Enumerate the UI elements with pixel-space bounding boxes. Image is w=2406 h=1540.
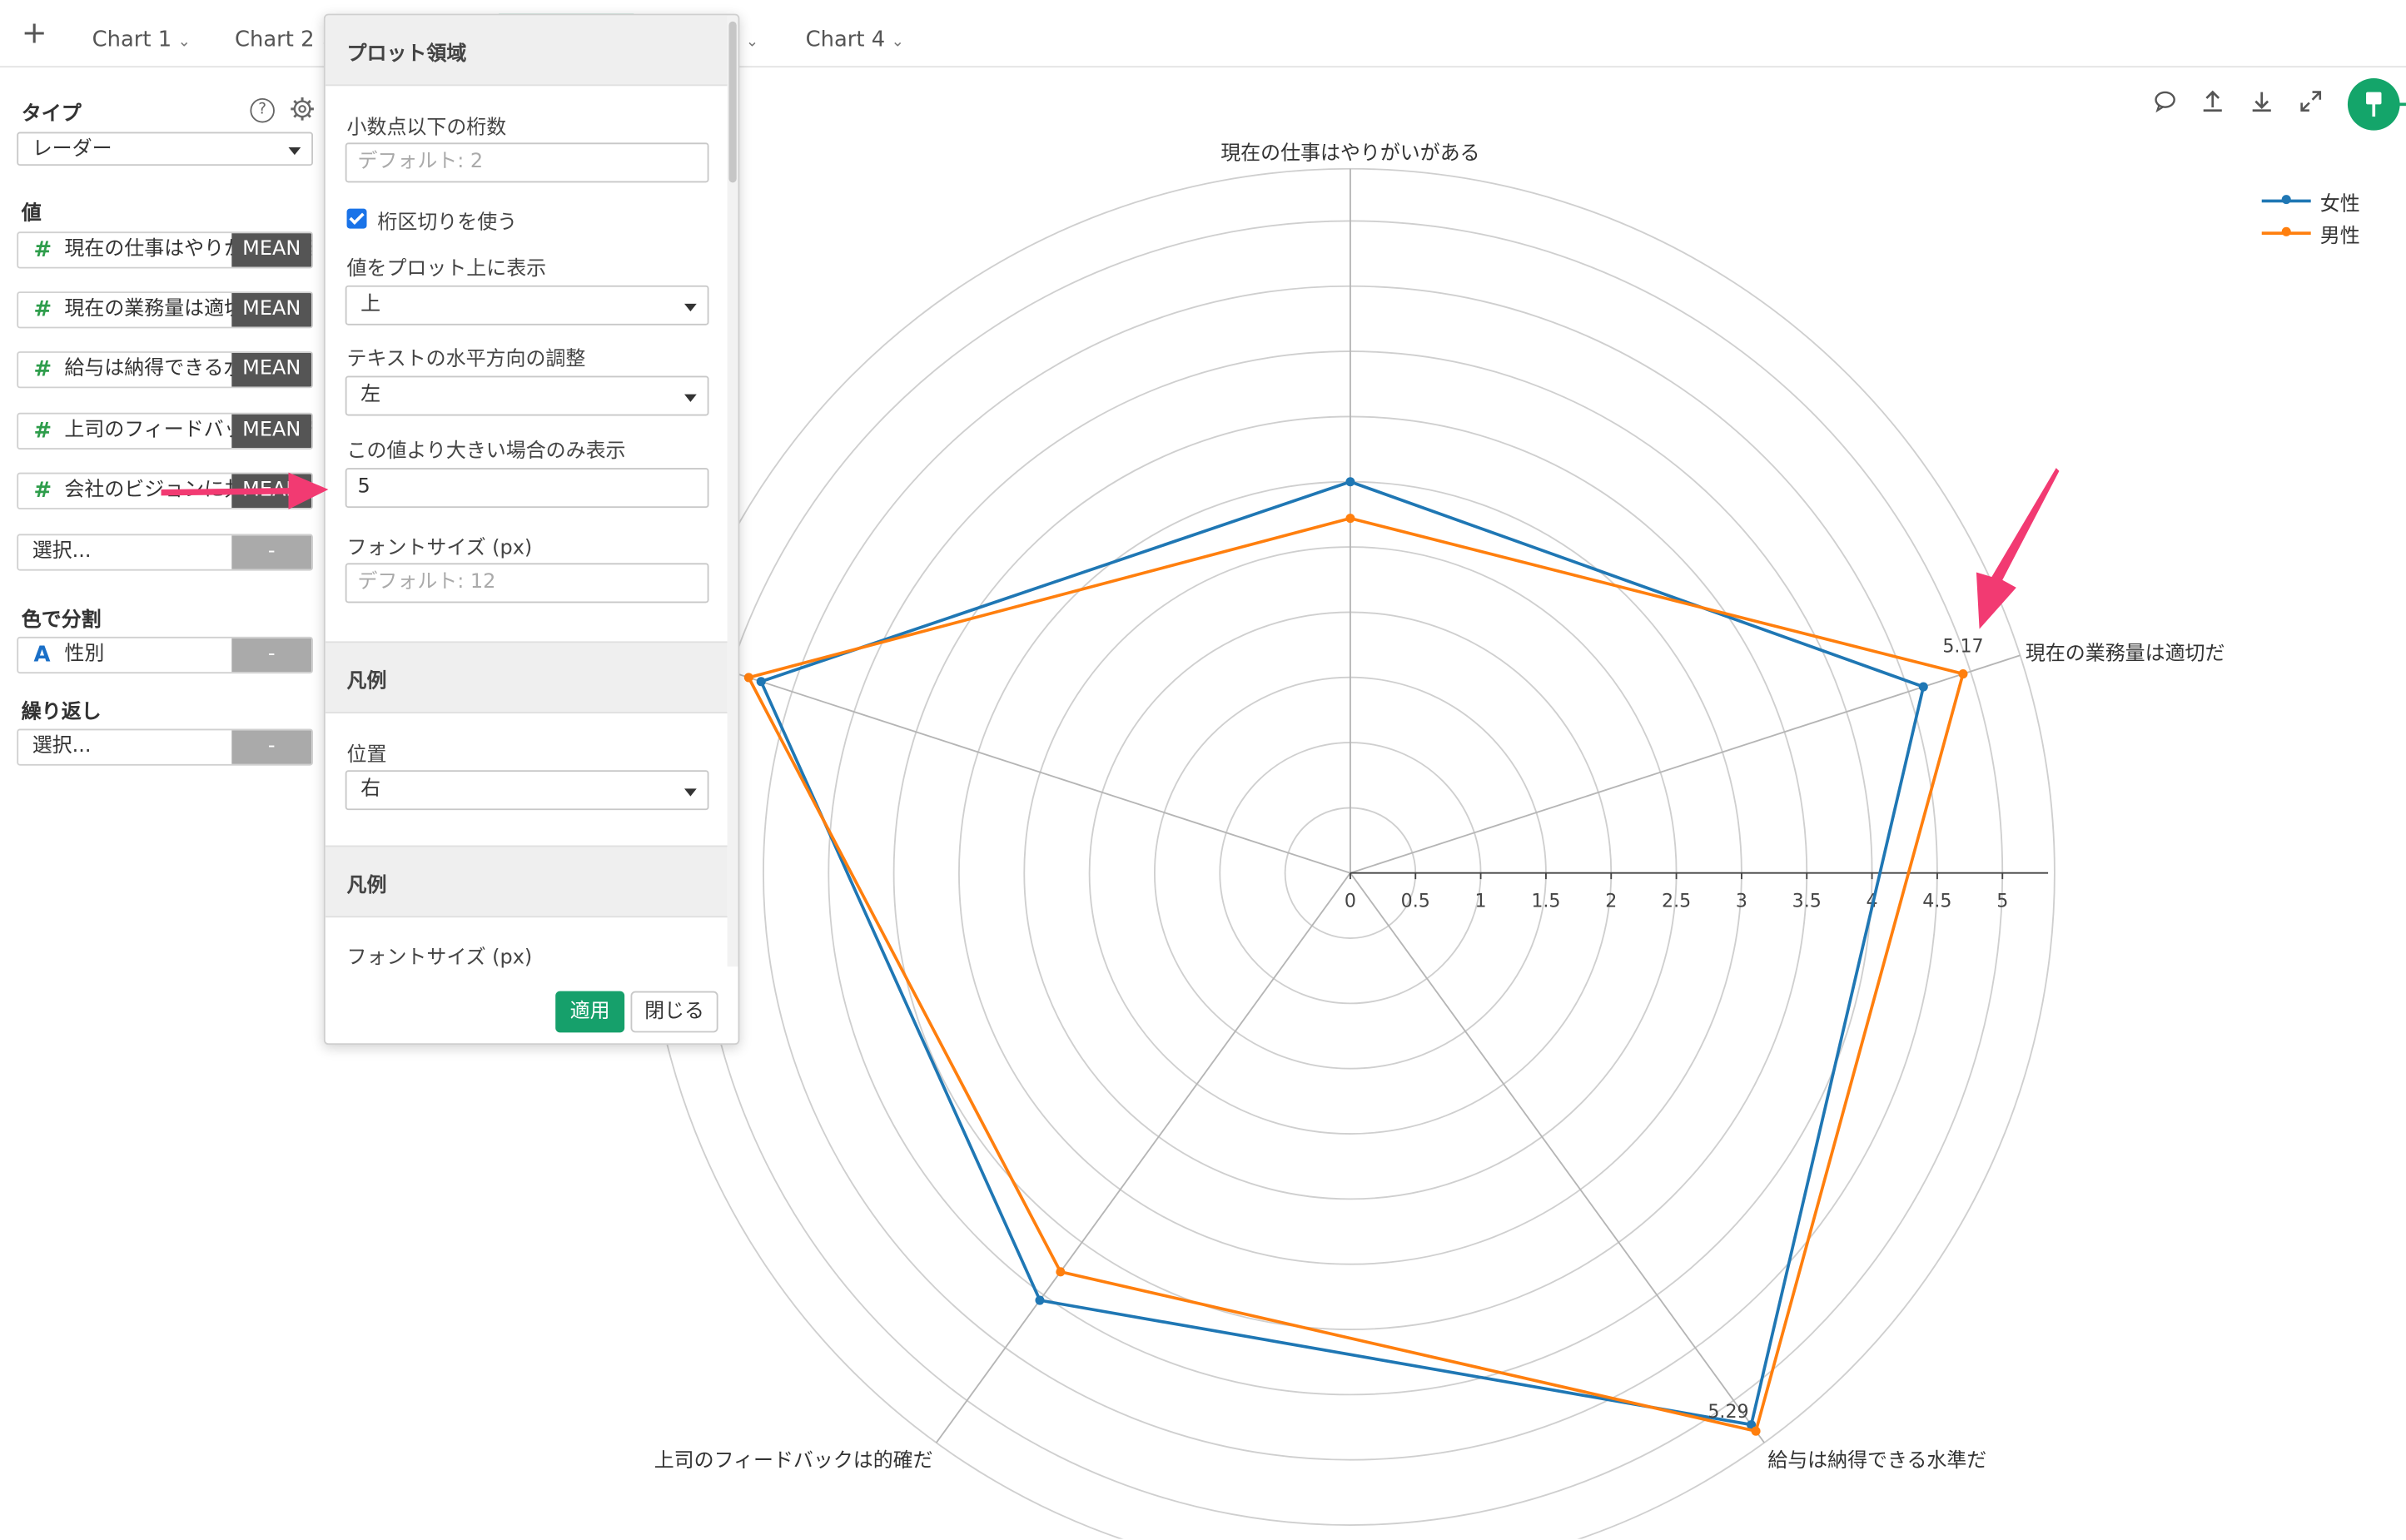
download-icon[interactable] [2246, 89, 2277, 120]
radial-tick-labels: 0 0.5 1 1.5 2 2.5 3 3.5 4 4.5 5 [1345, 872, 2008, 912]
select-value: 右 [360, 777, 381, 802]
tick-label: 1.5 [1531, 890, 1560, 912]
axis-label: 上司のフィードバックは的確だ [654, 1448, 933, 1472]
upload-icon[interactable] [2197, 89, 2228, 120]
threshold-label: この値より大きい場合のみ表示 [346, 440, 626, 464]
data-label: 5.29 [1708, 1401, 1748, 1423]
tick-label: 3.5 [1792, 890, 1822, 912]
annotation-arrow-left [161, 472, 329, 509]
popup-scrollbar[interactable] [727, 15, 738, 967]
fontsize-input[interactable]: デフォルト: 12 [345, 563, 709, 604]
axis-spoke [680, 654, 1351, 874]
legend-label: 女性 [2319, 193, 2360, 216]
select-value: 左 [360, 383, 381, 407]
series-point [743, 673, 753, 683]
tick-label: 0.5 [1401, 890, 1430, 912]
apply-button[interactable]: 適用 [555, 991, 625, 1033]
close-button[interactable]: 閉じる [630, 991, 718, 1033]
tick-label: 4.5 [1922, 890, 1951, 912]
text-align-label: テキストの水平方向の調整 [346, 348, 586, 372]
fontsize-label: フォントサイズ (px) [346, 537, 533, 560]
annotation-arrow-right [1976, 468, 2060, 629]
comment-icon[interactable] [2150, 89, 2180, 120]
separator-checkbox[interactable] [346, 208, 367, 229]
section-title: プロット領域 [346, 42, 467, 67]
show-values-label: 値をプロット上に表示 [346, 257, 547, 281]
legend-fontsize-label: フォントサイズ (px) [346, 946, 533, 970]
decimals-input[interactable]: デフォルト: 2 [345, 142, 709, 183]
series-point [1345, 514, 1355, 524]
legend-label: 男性 [2319, 225, 2360, 249]
section-title: 凡例 [346, 670, 387, 694]
tick-label: 0 [1345, 890, 1356, 912]
series-line-female [758, 479, 1926, 1427]
data-label: 5.17 [1942, 635, 1983, 657]
pin-needle [2372, 102, 2376, 117]
series-point [756, 677, 766, 687]
axis-spoke [1350, 872, 1765, 1443]
section-header-legend-2: 凡例 [325, 845, 728, 918]
section-header-legend: 凡例 [325, 641, 728, 714]
pin-edge [2396, 102, 2406, 107]
section-title: 凡例 [346, 874, 387, 898]
axis-spoke [935, 872, 1351, 1443]
radar-series [743, 477, 1968, 1436]
separator-label: 桁区切りを使う [377, 211, 518, 235]
section-header-plot-area: プロット領域 [325, 15, 728, 87]
caret-down-icon [684, 394, 697, 402]
text-align-select[interactable]: 左 [345, 375, 709, 416]
series-point [1751, 1426, 1761, 1436]
legend-position-select[interactable]: 右 [345, 770, 709, 811]
axis-label: 給与は納得できる水準だ [1767, 1448, 1986, 1472]
series-point [1056, 1267, 1066, 1277]
caret-down-icon [684, 303, 697, 312]
show-values-select[interactable]: 上 [345, 285, 709, 325]
caret-down-icon [684, 788, 697, 797]
tick-label: 2 [1605, 890, 1617, 912]
expand-icon[interactable] [2295, 89, 2326, 120]
tick-label: 5 [1996, 890, 2008, 912]
select-value: 上 [360, 293, 381, 316]
legend-marker [2281, 226, 2291, 236]
threshold-input[interactable]: 5 [345, 468, 709, 509]
series-point [1958, 669, 1968, 679]
axis-label: 現在の業務量は適切だ [2026, 642, 2225, 665]
legend-marker [2281, 195, 2291, 205]
series-point [1918, 682, 1928, 692]
pin-button[interactable] [2347, 77, 2400, 131]
scrollbar-thumb[interactable] [728, 21, 737, 183]
plot-settings-popup: プロット領域 小数点以下の桁数 デフォルト: 2 桁区切りを使う 値をプロット上… [323, 13, 740, 1046]
legend-position-label: 位置 [346, 743, 387, 768]
radar-axes [680, 168, 2049, 1443]
decimals-label: 小数点以下の桁数 [346, 117, 507, 140]
tick-label: 1 [1475, 890, 1487, 912]
series-point [1035, 1295, 1045, 1305]
series-point [1345, 477, 1355, 487]
tick-label: 2.5 [1662, 890, 1691, 912]
tick-label: 3 [1736, 890, 1747, 912]
axis-label: 現在の仕事はやりがいがある [1220, 142, 1479, 165]
